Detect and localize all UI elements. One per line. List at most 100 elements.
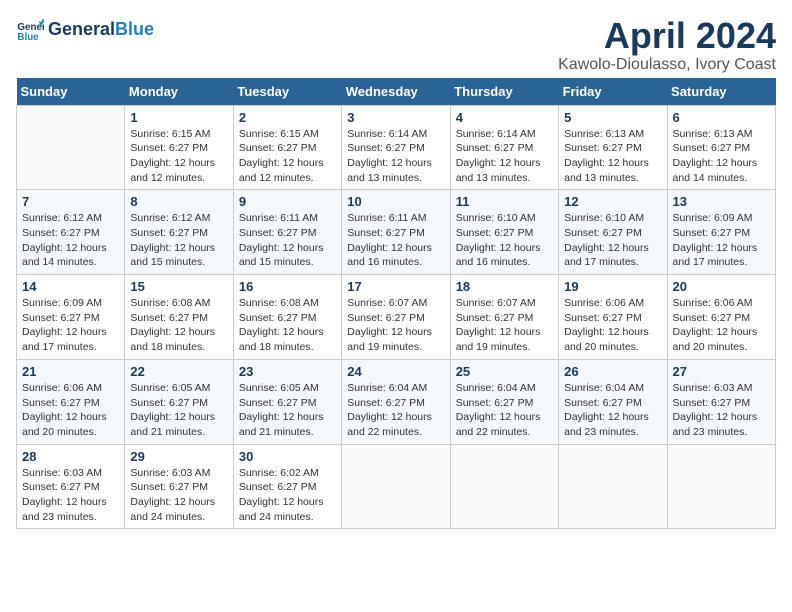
- calendar-cell: 6 Sunrise: 6:13 AM Sunset: 6:27 PM Daylig…: [667, 105, 775, 190]
- page-header: General Blue GeneralBlue April 2024 Kawo…: [16, 16, 776, 74]
- day-number: 6: [673, 110, 770, 125]
- calendar-header-row: SundayMondayTuesdayWednesdayThursdayFrid…: [17, 78, 776, 106]
- calendar-cell: 10 Sunrise: 6:11 AM Sunset: 6:27 PM Dayli…: [342, 190, 450, 275]
- col-header-sunday: Sunday: [17, 78, 125, 106]
- day-number: 21: [22, 364, 119, 379]
- day-info: Sunrise: 6:13 AM Sunset: 6:27 PM Dayligh…: [673, 127, 770, 186]
- svg-text:Blue: Blue: [17, 32, 39, 43]
- day-number: 8: [130, 194, 227, 209]
- day-number: 29: [130, 449, 227, 464]
- calendar-cell: 5Sunrise: 6:13 AM Sunset: 6:27 PM Daylig…: [559, 105, 667, 190]
- day-info: Sunrise: 6:14 AM Sunset: 6:27 PM Dayligh…: [347, 127, 444, 186]
- calendar-week-row: 28Sunrise: 6:03 AM Sunset: 6:27 PM Dayli…: [17, 444, 776, 529]
- day-number: 27: [673, 364, 770, 379]
- day-info: Sunrise: 6:08 AM Sunset: 6:27 PM Dayligh…: [239, 296, 336, 355]
- day-info: Sunrise: 6:05 AM Sunset: 6:27 PM Dayligh…: [239, 381, 336, 440]
- month-title: April 2024: [558, 16, 776, 56]
- day-number: 26: [564, 364, 661, 379]
- day-number: 2: [239, 110, 336, 125]
- calendar-cell: 21 Sunrise: 6:06 AM Sunset: 6:27 PM Dayli…: [17, 359, 125, 444]
- day-number: 10: [347, 194, 444, 209]
- day-number: 13: [673, 194, 770, 209]
- calendar-cell: 1Sunrise: 6:15 AM Sunset: 6:27 PM Daylig…: [125, 105, 233, 190]
- col-header-thursday: Thursday: [450, 78, 558, 106]
- day-info: Sunrise: 6:04 AM Sunset: 6:27 PM Dayligh…: [564, 381, 661, 440]
- day-number: 12: [564, 194, 661, 209]
- day-info: Sunrise: 6:10 AM Sunset: 6:27 PM Dayligh…: [456, 211, 553, 270]
- day-number: 24: [347, 364, 444, 379]
- calendar-cell: 14 Sunrise: 6:09 AM Sunset: 6:27 PM Dayli…: [17, 275, 125, 360]
- day-info: Sunrise: 6:03 AM Sunset: 6:27 PM Dayligh…: [673, 381, 770, 440]
- day-info: Sunrise: 6:04 AM Sunset: 6:27 PM Dayligh…: [347, 381, 444, 440]
- calendar-cell: 25 Sunrise: 6:04 AM Sunset: 6:27 PM Dayli…: [450, 359, 558, 444]
- title-block: April 2024 Kawolo-Dioulasso, Ivory Coast: [558, 16, 776, 74]
- day-number: 25: [456, 364, 553, 379]
- day-info: Sunrise: 6:06 AM Sunset: 6:27 PM Dayligh…: [564, 296, 661, 355]
- calendar-week-row: 14 Sunrise: 6:09 AM Sunset: 6:27 PM Dayli…: [17, 275, 776, 360]
- day-number: 19: [564, 279, 661, 294]
- calendar-cell: [667, 444, 775, 529]
- day-number: 4: [456, 110, 553, 125]
- logo-text: GeneralBlue: [48, 20, 154, 40]
- calendar-cell: 2Sunrise: 6:15 AM Sunset: 6:27 PM Daylig…: [233, 105, 341, 190]
- logo-blue: Blue: [115, 19, 154, 39]
- calendar-cell: 11Sunrise: 6:10 AM Sunset: 6:27 PM Dayli…: [450, 190, 558, 275]
- day-number: 14: [22, 279, 119, 294]
- day-info: Sunrise: 6:15 AM Sunset: 6:27 PM Dayligh…: [130, 127, 227, 186]
- day-info: Sunrise: 6:03 AM Sunset: 6:27 PM Dayligh…: [130, 466, 227, 525]
- day-info: Sunrise: 6:07 AM Sunset: 6:27 PM Dayligh…: [456, 296, 553, 355]
- day-number: 7: [22, 194, 119, 209]
- col-header-monday: Monday: [125, 78, 233, 106]
- calendar-cell: 26 Sunrise: 6:04 AM Sunset: 6:27 PM Dayli…: [559, 359, 667, 444]
- day-number: 22: [130, 364, 227, 379]
- day-info: Sunrise: 6:04 AM Sunset: 6:27 PM Dayligh…: [456, 381, 553, 440]
- calendar-cell: [17, 105, 125, 190]
- day-number: 5: [564, 110, 661, 125]
- day-info: Sunrise: 6:11 AM Sunset: 6:27 PM Dayligh…: [239, 211, 336, 270]
- day-number: 17: [347, 279, 444, 294]
- calendar-cell: 30 Sunrise: 6:02 AM Sunset: 6:27 PM Dayli…: [233, 444, 341, 529]
- calendar-cell: 22Sunrise: 6:05 AM Sunset: 6:27 PM Dayli…: [125, 359, 233, 444]
- day-info: Sunrise: 6:09 AM Sunset: 6:27 PM Dayligh…: [673, 211, 770, 270]
- calendar-cell: 12Sunrise: 6:10 AM Sunset: 6:27 PM Dayli…: [559, 190, 667, 275]
- calendar-cell: 13 Sunrise: 6:09 AM Sunset: 6:27 PM Dayli…: [667, 190, 775, 275]
- col-header-wednesday: Wednesday: [342, 78, 450, 106]
- logo: General Blue GeneralBlue: [16, 16, 154, 44]
- calendar-cell: 4 Sunrise: 6:14 AM Sunset: 6:27 PM Daylig…: [450, 105, 558, 190]
- day-info: Sunrise: 6:06 AM Sunset: 6:27 PM Dayligh…: [22, 381, 119, 440]
- day-info: Sunrise: 6:12 AM Sunset: 6:27 PM Dayligh…: [22, 211, 119, 270]
- day-number: 18: [456, 279, 553, 294]
- calendar-week-row: 21 Sunrise: 6:06 AM Sunset: 6:27 PM Dayli…: [17, 359, 776, 444]
- location-title: Kawolo-Dioulasso, Ivory Coast: [558, 56, 776, 74]
- day-number: 20: [673, 279, 770, 294]
- day-info: Sunrise: 6:09 AM Sunset: 6:27 PM Dayligh…: [22, 296, 119, 355]
- day-number: 30: [239, 449, 336, 464]
- day-info: Sunrise: 6:11 AM Sunset: 6:27 PM Dayligh…: [347, 211, 444, 270]
- calendar-cell: 15 Sunrise: 6:08 AM Sunset: 6:27 PM Dayli…: [125, 275, 233, 360]
- calendar-cell: 29 Sunrise: 6:03 AM Sunset: 6:27 PM Dayli…: [125, 444, 233, 529]
- day-info: Sunrise: 6:03 AM Sunset: 6:27 PM Dayligh…: [22, 466, 119, 525]
- day-number: 9: [239, 194, 336, 209]
- calendar-cell: [450, 444, 558, 529]
- calendar-cell: 9 Sunrise: 6:11 AM Sunset: 6:27 PM Daylig…: [233, 190, 341, 275]
- calendar-cell: 28Sunrise: 6:03 AM Sunset: 6:27 PM Dayli…: [17, 444, 125, 529]
- logo-icon: General Blue: [16, 16, 44, 44]
- day-info: Sunrise: 6:14 AM Sunset: 6:27 PM Dayligh…: [456, 127, 553, 186]
- calendar-cell: 16 Sunrise: 6:08 AM Sunset: 6:27 PM Dayli…: [233, 275, 341, 360]
- day-number: 16: [239, 279, 336, 294]
- calendar-cell: 18 Sunrise: 6:07 AM Sunset: 6:27 PM Dayli…: [450, 275, 558, 360]
- calendar-cell: [559, 444, 667, 529]
- calendar-week-row: 7 Sunrise: 6:12 AM Sunset: 6:27 PM Daylig…: [17, 190, 776, 275]
- day-info: Sunrise: 6:12 AM Sunset: 6:27 PM Dayligh…: [130, 211, 227, 270]
- calendar-cell: 27 Sunrise: 6:03 AM Sunset: 6:27 PM Dayli…: [667, 359, 775, 444]
- day-info: Sunrise: 6:08 AM Sunset: 6:27 PM Dayligh…: [130, 296, 227, 355]
- col-header-saturday: Saturday: [667, 78, 775, 106]
- day-info: Sunrise: 6:02 AM Sunset: 6:27 PM Dayligh…: [239, 466, 336, 525]
- calendar-cell: 24 Sunrise: 6:04 AM Sunset: 6:27 PM Dayli…: [342, 359, 450, 444]
- calendar-table: SundayMondayTuesdayWednesdayThursdayFrid…: [16, 78, 776, 530]
- day-number: 15: [130, 279, 227, 294]
- col-header-friday: Friday: [559, 78, 667, 106]
- col-header-tuesday: Tuesday: [233, 78, 341, 106]
- day-info: Sunrise: 6:07 AM Sunset: 6:27 PM Dayligh…: [347, 296, 444, 355]
- calendar-cell: 19 Sunrise: 6:06 AM Sunset: 6:27 PM Dayli…: [559, 275, 667, 360]
